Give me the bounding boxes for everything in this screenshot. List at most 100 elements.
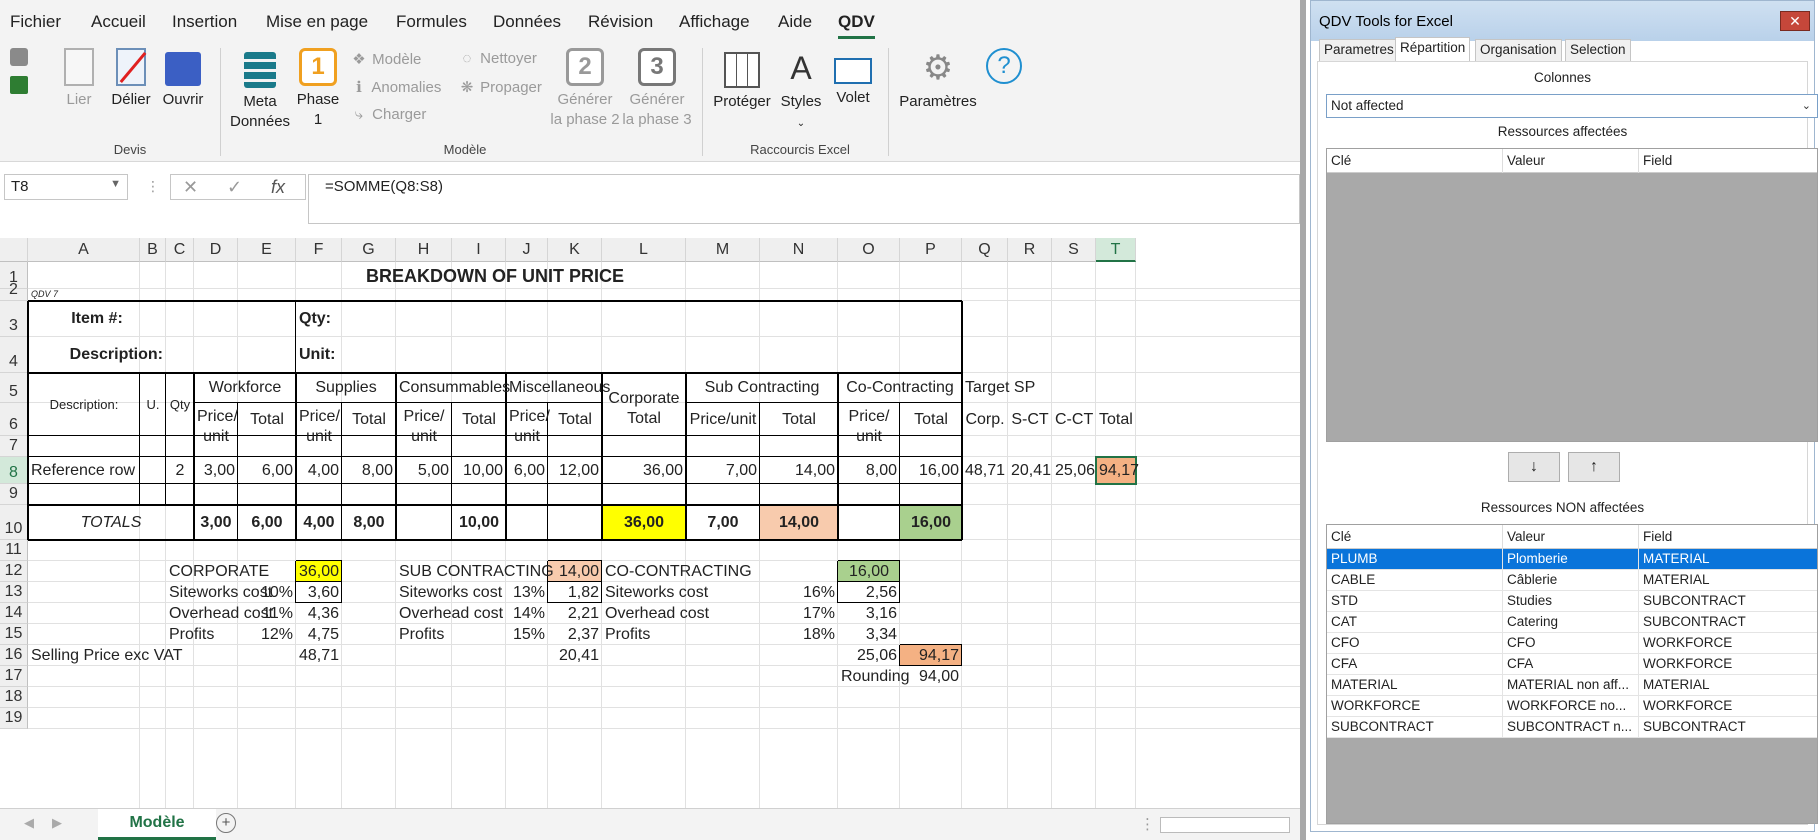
resource-row[interactable]: SUBCONTRACT SUBCONTRACT n... SUBCONTRACT bbox=[1327, 717, 1817, 738]
column-header-h[interactable]: H bbox=[396, 238, 452, 262]
resource-row[interactable]: CAT Catering SUBCONTRACT bbox=[1327, 612, 1817, 633]
menu-mise-en-page[interactable]: Mise en page bbox=[266, 12, 368, 32]
check-icon[interactable]: ✓ bbox=[227, 177, 242, 198]
proteger-button[interactable]: Protéger bbox=[712, 48, 772, 112]
row-header-7[interactable]: 7 bbox=[0, 436, 28, 457]
row-header-9[interactable]: 9 bbox=[0, 484, 28, 505]
row-header-18[interactable]: 18 bbox=[0, 687, 28, 708]
propager-button[interactable]: ❋ Propager bbox=[458, 78, 542, 96]
ouvrir-button[interactable]: Ouvrir bbox=[160, 48, 206, 110]
formula-input[interactable]: =SOMME(Q8:S8) bbox=[308, 174, 1300, 224]
generer-phase-2-button[interactable]: 2 Générer la phase 2 bbox=[550, 48, 620, 130]
row-header-17[interactable]: 17 bbox=[0, 666, 28, 687]
charger-button[interactable]: ⤷ Charger bbox=[350, 106, 427, 123]
column-header-valeur[interactable]: Valeur bbox=[1503, 149, 1639, 173]
column-header-n[interactable]: N bbox=[760, 238, 838, 262]
row-header-16[interactable]: 16 bbox=[0, 645, 28, 666]
move-up-button[interactable]: ↑ bbox=[1568, 452, 1620, 482]
resource-row[interactable]: PLUMB Plomberie MATERIAL bbox=[1327, 549, 1817, 570]
row-header-11[interactable]: 11 bbox=[0, 540, 28, 561]
column-header-p[interactable]: P bbox=[900, 238, 962, 262]
nettoyer-button[interactable]: ◌ Nettoyer bbox=[458, 50, 537, 67]
row-header-4[interactable]: 4 bbox=[0, 337, 28, 373]
prev-sheet-icon[interactable]: ◀ bbox=[24, 815, 34, 831]
column-header-field[interactable]: Field bbox=[1639, 525, 1817, 549]
meta-donnees-button[interactable]: Meta Données bbox=[230, 48, 290, 132]
menu-revision[interactable]: Révision bbox=[588, 12, 653, 32]
column-header-r[interactable]: R bbox=[1008, 238, 1052, 262]
tab-selection[interactable]: Selection bbox=[1565, 39, 1631, 61]
menu-qdv[interactable]: QDV bbox=[838, 12, 875, 39]
menu-affichage[interactable]: Affichage bbox=[679, 12, 750, 32]
column-header-c[interactable]: C bbox=[166, 238, 194, 262]
horizontal-scrollbar[interactable] bbox=[1160, 817, 1290, 833]
parametres-button[interactable]: ⚙ Paramètres bbox=[898, 48, 978, 112]
resource-row[interactable]: CFA CFA WORKFORCE bbox=[1327, 654, 1817, 675]
resource-row[interactable]: STD Studies SUBCONTRACT bbox=[1327, 591, 1817, 612]
column-header-m[interactable]: M bbox=[686, 238, 760, 262]
column-header-cle[interactable]: Clé bbox=[1327, 149, 1503, 173]
cube-icon[interactable] bbox=[10, 48, 28, 66]
chevron-down-icon[interactable]: ▼ bbox=[110, 178, 121, 190]
anomalies-button[interactable]: ℹ Anomalies bbox=[350, 78, 441, 96]
menu-formules[interactable]: Formules bbox=[396, 12, 467, 32]
tab-repartition[interactable]: Répartition bbox=[1395, 37, 1471, 62]
add-sheet-icon[interactable]: + bbox=[216, 813, 236, 833]
resource-row[interactable]: MATERIAL MATERIAL non aff... MATERIAL bbox=[1327, 675, 1817, 696]
resource-row[interactable]: CABLE Câblerie MATERIAL bbox=[1327, 570, 1817, 591]
menu-aide[interactable]: Aide bbox=[778, 12, 812, 32]
resource-row[interactable]: CFO CFO WORKFORCE bbox=[1327, 633, 1817, 654]
row-header-10[interactable]: 10 bbox=[0, 505, 28, 540]
column-header-field[interactable]: Field bbox=[1639, 149, 1817, 173]
help-button[interactable]: ? bbox=[984, 48, 1024, 88]
row-header-13[interactable]: 13 bbox=[0, 582, 28, 603]
column-header-k[interactable]: K bbox=[548, 238, 602, 262]
row-header-6[interactable]: 6 bbox=[0, 403, 28, 436]
column-header-b[interactable]: B bbox=[140, 238, 166, 262]
name-box[interactable]: T8 ▼ bbox=[4, 174, 128, 200]
column-header-l[interactable]: L bbox=[602, 238, 686, 262]
styles-button[interactable]: A Styles ⌄ bbox=[776, 48, 826, 134]
select-all-corner[interactable] bbox=[0, 238, 28, 262]
menu-accueil[interactable]: Accueil bbox=[91, 12, 146, 32]
column-header-i[interactable]: I bbox=[452, 238, 506, 262]
row-header-15[interactable]: 15 bbox=[0, 624, 28, 645]
close-icon[interactable]: ✕ bbox=[1780, 11, 1810, 31]
row-header-19[interactable]: 19 bbox=[0, 708, 28, 729]
row-header-8[interactable]: 8 bbox=[0, 457, 28, 484]
cancel-icon[interactable]: ✕ bbox=[183, 177, 198, 198]
column-header-s[interactable]: S bbox=[1052, 238, 1096, 262]
column-header-cle[interactable]: Clé bbox=[1327, 525, 1503, 549]
fx-icon[interactable]: fx bbox=[271, 177, 285, 198]
column-header-a[interactable]: A bbox=[28, 238, 140, 262]
tab-parametres[interactable]: Parametres bbox=[1319, 39, 1399, 61]
tab-organisation[interactable]: Organisation bbox=[1475, 39, 1562, 61]
column-header-d[interactable]: D bbox=[194, 238, 238, 262]
column-header-e[interactable]: E bbox=[238, 238, 296, 262]
phase-1-button[interactable]: 1 Phase 1 bbox=[296, 48, 340, 130]
lier-button[interactable]: Lier bbox=[58, 48, 100, 110]
column-header-q[interactable]: Q bbox=[962, 238, 1008, 262]
generer-phase-3-button[interactable]: 3 Générer la phase 3 bbox=[622, 48, 692, 130]
resource-row[interactable]: WORKFORCE WORKFORCE no... WORKFORCE bbox=[1327, 696, 1817, 717]
volet-button[interactable]: Volet bbox=[830, 48, 876, 108]
non-affected-resources-grid[interactable]: Clé Valeur Field PLUMB Plomberie MATERIAL C… bbox=[1326, 524, 1818, 824]
column-header-g[interactable]: G bbox=[342, 238, 396, 262]
spreadsheet-icon[interactable] bbox=[10, 76, 28, 94]
column-header-f[interactable]: F bbox=[296, 238, 342, 262]
menu-donnees[interactable]: Données bbox=[493, 12, 561, 32]
column-header-j[interactable]: J bbox=[506, 238, 548, 262]
row-header-2[interactable]: 2 bbox=[0, 281, 28, 301]
column-header-o[interactable]: O bbox=[838, 238, 900, 262]
menu-insertion[interactable]: Insertion bbox=[172, 12, 237, 32]
menu-fichier[interactable]: Fichier bbox=[10, 12, 61, 32]
affected-resources-grid[interactable]: Clé Valeur Field bbox=[1326, 148, 1818, 442]
spreadsheet-grid[interactable]: A B C D E F G H I J K L M N O P Q R S T 1 2 3 4 5 6 7 8 9 10 11 12 13 14 1… bbox=[0, 238, 1300, 808]
row-header-14[interactable]: 14 bbox=[0, 603, 28, 624]
colonnes-select[interactable]: Not affected ⌄ bbox=[1326, 94, 1818, 118]
row-header-3[interactable]: 3 bbox=[0, 301, 28, 337]
next-sheet-icon[interactable]: ▶ bbox=[52, 815, 62, 831]
sheet-tab-modele[interactable]: Modèle bbox=[98, 809, 216, 840]
move-down-button[interactable]: ↓ bbox=[1508, 452, 1560, 482]
modele-button[interactable]: ❖ Modèle bbox=[350, 50, 421, 68]
